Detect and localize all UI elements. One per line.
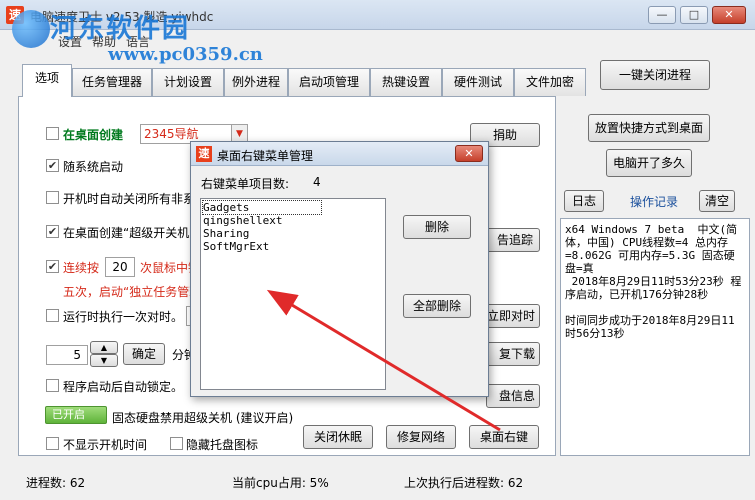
tab-options[interactable]: 选项 bbox=[22, 64, 72, 97]
annotation-arrow bbox=[266, 289, 501, 432]
